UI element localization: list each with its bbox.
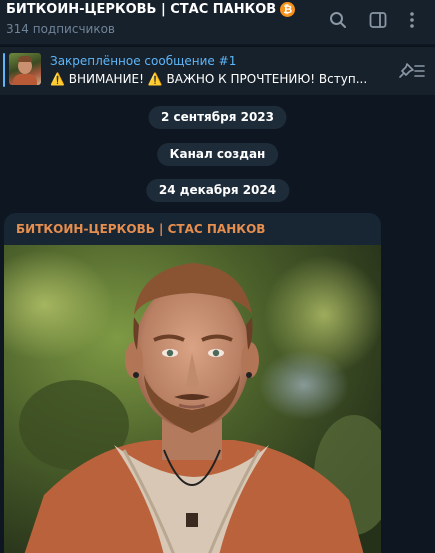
- channel-title: БИТКОИН-ЦЕРКОВЬ | СТАС ПАНКОВ: [6, 2, 277, 17]
- title-row: БИТКОИН-ЦЕРКОВЬ | СТАС ПАНКОВ ₿: [6, 2, 296, 17]
- pinned-title: Закреплённое сообщение #1: [50, 54, 237, 68]
- more-vertical-icon[interactable]: [402, 10, 422, 30]
- message-author[interactable]: БИТКОИН-ЦЕРКОВЬ | СТАС ПАНКОВ: [16, 222, 265, 236]
- pinned-indicator: [3, 53, 5, 87]
- unpin-list-icon[interactable]: [398, 61, 426, 81]
- date-separator: 2 сентября 2023: [148, 106, 287, 129]
- bitcoin-icon: ₿: [280, 2, 296, 17]
- service-message: Канал создан: [156, 143, 279, 166]
- search-icon[interactable]: [328, 10, 348, 30]
- pinned-message-bar[interactable]: Закреплённое сообщение #1 ⚠️ ВНИМАНИЕ! ⚠…: [0, 46, 435, 95]
- pinned-text: ⚠️ ВНИМАНИЕ! ⚠️ ВАЖНО К ПРОЧТЕНИЮ! Вступ…: [50, 72, 368, 86]
- subscriber-count: 314 подписчиков: [6, 22, 115, 36]
- chat-header[interactable]: БИТКОИН-ЦЕРКОВЬ | СТАС ПАНКОВ ₿ 314 подп…: [0, 0, 435, 44]
- message-photo[interactable]: [4, 245, 381, 553]
- sidebar-toggle-icon[interactable]: [368, 10, 388, 30]
- message-bubble[interactable]: БИТКОИН-ЦЕРКОВЬ | СТАС ПАНКОВ: [4, 213, 381, 553]
- pinned-thumbnail: [9, 53, 41, 85]
- date-separator: 24 декабря 2024: [145, 179, 290, 202]
